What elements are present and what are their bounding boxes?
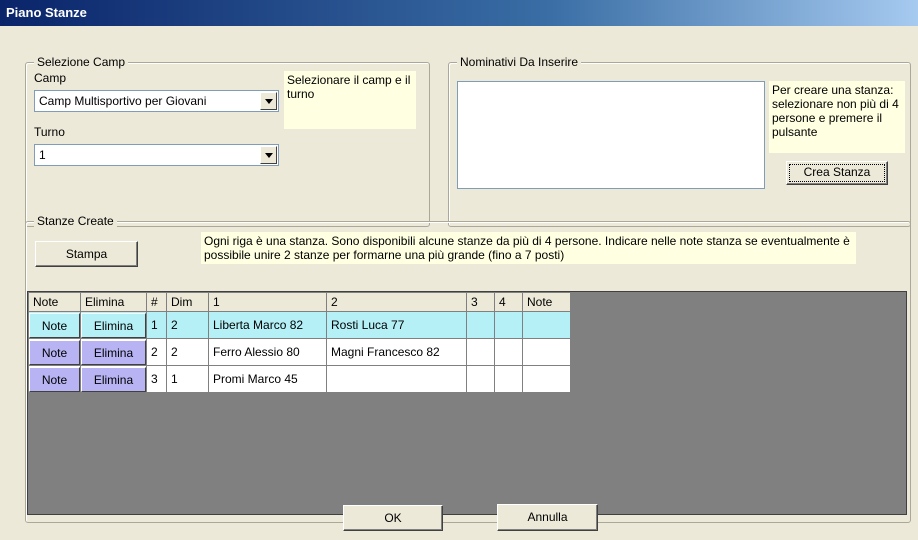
nominativi-group: Nominativi Da Inserire Per creare una st… (448, 55, 911, 227)
row-person-2[interactable]: Rosti Luca 77 (326, 311, 467, 339)
table-row[interactable]: Note Elimina 3 1 Promi Marco 45 (28, 365, 571, 393)
row-person-4[interactable] (494, 338, 523, 366)
row-person-1[interactable]: Promi Marco 45 (208, 365, 327, 393)
row-num[interactable]: 2 (146, 338, 167, 366)
col-header-notes[interactable]: Note (522, 292, 571, 312)
row-person-4[interactable] (494, 311, 523, 339)
row-elimina-button[interactable]: Elimina (81, 339, 146, 365)
row-elimina-button[interactable]: Elimina (81, 366, 146, 392)
row-person-1[interactable]: Ferro Alessio 80 (208, 338, 327, 366)
stampa-button[interactable]: Stampa (35, 241, 138, 267)
col-header-1[interactable]: 1 (208, 292, 327, 312)
row-dim[interactable]: 2 (166, 311, 209, 339)
row-notes[interactable] (522, 365, 571, 393)
chevron-down-icon[interactable] (260, 92, 277, 110)
col-header-note[interactable]: Note (28, 292, 81, 312)
camp-select[interactable]: Camp Multisportivo per Giovani (34, 90, 279, 112)
camp-select-value: Camp Multisportivo per Giovani (39, 94, 207, 108)
ok-label: OK (384, 511, 402, 525)
col-header-elimina[interactable]: Elimina (80, 292, 147, 312)
row-elimina-button[interactable]: Elimina (81, 312, 146, 338)
window-title: Piano Stanze (6, 5, 87, 20)
selezione-camp-group: Selezione Camp Camp Camp Multisportivo p… (25, 55, 430, 227)
col-header-num[interactable]: # (146, 292, 167, 312)
crea-stanza-label: Crea Stanza (803, 165, 871, 179)
row-notes[interactable] (522, 311, 571, 339)
annulla-button[interactable]: Annulla (497, 504, 598, 531)
nominativi-list[interactable] (457, 81, 765, 189)
row-note-button[interactable]: Note (29, 366, 80, 392)
title-bar: Piano Stanze (0, 0, 918, 26)
selezione-hint: Selezionare il camp e il turno (284, 71, 416, 129)
dialog-body: Selezione Camp Camp Camp Multisportivo p… (0, 26, 918, 540)
row-dim[interactable]: 2 (166, 338, 209, 366)
row-person-3[interactable] (466, 365, 495, 393)
row-person-2[interactable]: Magni Francesco 82 (326, 338, 467, 366)
nominativi-legend: Nominativi Da Inserire (457, 55, 582, 69)
chevron-down-icon[interactable] (260, 146, 277, 164)
row-note-button[interactable]: Note (29, 339, 80, 365)
camp-label: Camp (34, 71, 67, 85)
nominativi-hint: Per creare una stanza: selezionare non p… (769, 81, 905, 153)
stampa-label: Stampa (65, 247, 108, 261)
col-header-4[interactable]: 4 (494, 292, 523, 312)
row-person-2[interactable] (326, 365, 467, 393)
row-num[interactable]: 1 (146, 311, 167, 339)
table-row[interactable]: Note Elimina 2 2 Ferro Alessio 80 Magni … (28, 338, 571, 366)
turno-select[interactable]: 1 (34, 144, 279, 166)
annulla-label: Annulla (527, 510, 568, 524)
row-notes[interactable] (522, 338, 571, 366)
turno-select-value: 1 (39, 148, 46, 162)
crea-stanza-button[interactable]: Crea Stanza (786, 161, 888, 185)
grid-header-row: Note Elimina # Dim 1 2 3 4 Note (28, 292, 571, 312)
table-row[interactable]: Note Elimina 1 2 Liberta Marco 82 Rosti … (28, 311, 571, 339)
col-header-3[interactable]: 3 (466, 292, 495, 312)
row-person-1[interactable]: Liberta Marco 82 (208, 311, 327, 339)
row-person-3[interactable] (466, 338, 495, 366)
row-person-4[interactable] (494, 365, 523, 393)
ok-button[interactable]: OK (343, 505, 443, 531)
col-header-dim[interactable]: Dim (166, 292, 209, 312)
row-num[interactable]: 3 (146, 365, 167, 393)
stanze-table: Note Elimina # Dim 1 2 3 4 Note Note Eli… (28, 292, 571, 393)
col-header-2[interactable]: 2 (326, 292, 467, 312)
row-dim[interactable]: 1 (166, 365, 209, 393)
row-person-3[interactable] (466, 311, 495, 339)
stanze-grid[interactable]: Note Elimina # Dim 1 2 3 4 Note Note Eli… (27, 291, 907, 515)
stanze-legend: Stanze Create (34, 214, 117, 228)
stanze-info: Ogni riga è una stanza. Sono disponibili… (201, 232, 856, 264)
row-note-button[interactable]: Note (29, 312, 80, 338)
turno-label: Turno (34, 125, 65, 139)
selezione-camp-legend: Selezione Camp (34, 55, 129, 69)
